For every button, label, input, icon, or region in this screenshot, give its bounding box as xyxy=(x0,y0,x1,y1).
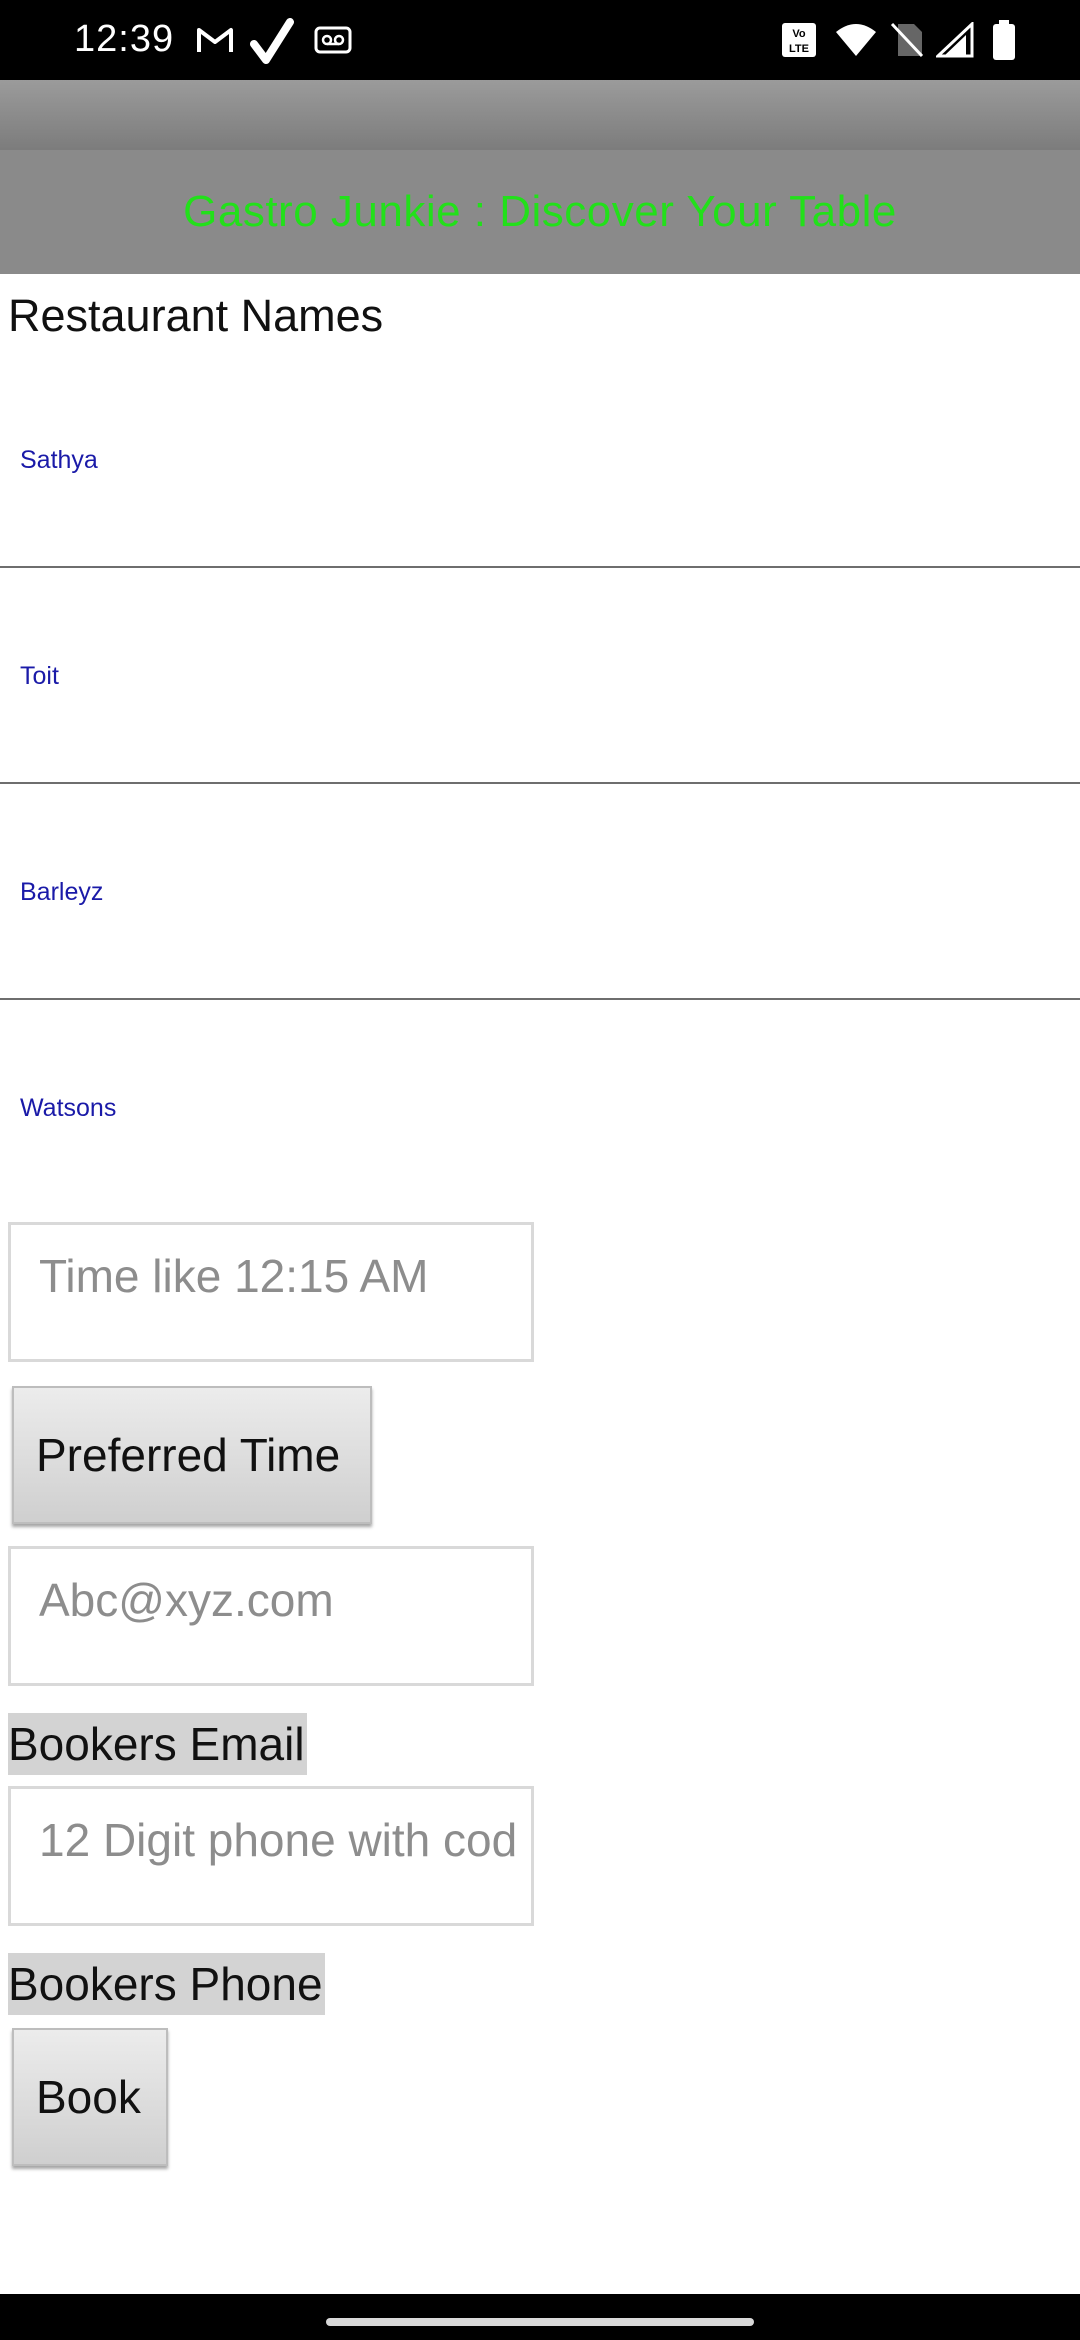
gmail-icon xyxy=(197,28,233,52)
time-input-placeholder: Time like 12:15 AM xyxy=(39,1250,429,1302)
bookers-email-label: Bookers Email xyxy=(8,1713,307,1775)
restaurant-name: Watsons xyxy=(20,1094,117,1122)
phone-input[interactable]: 12 Digit phone with cod xyxy=(8,1786,534,1926)
voicemail-icon xyxy=(314,26,352,54)
restaurant-names-heading: Restaurant Names xyxy=(8,290,384,341)
email-input-placeholder: Abc@xyz.com xyxy=(39,1574,334,1626)
restaurant-name: Toit xyxy=(20,662,59,690)
list-item[interactable]: Watsons xyxy=(0,1000,1080,1216)
title-bar: Gastro Junkie : Discover Your Table xyxy=(0,150,1080,274)
check-icon xyxy=(250,18,294,64)
book-button[interactable]: Book xyxy=(12,2028,168,2166)
no-sim-icon xyxy=(890,22,924,58)
bookers-phone-label: Bookers Phone xyxy=(8,1953,325,2015)
app-screen: 12:39 Vo LTE Gastro Junkie: Discover Yo… xyxy=(0,0,1080,2340)
signal-icon xyxy=(936,22,974,58)
svg-text:LTE: LTE xyxy=(789,43,809,55)
battery-icon xyxy=(993,20,1015,60)
wifi-icon xyxy=(836,24,876,56)
list-item[interactable]: Barleyz xyxy=(0,784,1080,1000)
volte-icon: Vo LTE xyxy=(782,23,816,57)
phone-input-placeholder: 12 Digit phone with cod xyxy=(39,1814,517,1866)
status-time: 12:39 xyxy=(74,18,175,60)
time-input[interactable]: Time like 12:15 AM xyxy=(8,1222,534,1362)
list-item[interactable]: Sathya xyxy=(0,352,1080,568)
list-item[interactable]: Toit xyxy=(0,568,1080,784)
home-gesture-handle[interactable] xyxy=(326,2318,754,2326)
restaurant-list: Sathya Toit Barleyz Watsons xyxy=(0,352,1080,1216)
status-bar: 12:39 Vo LTE xyxy=(0,0,1080,80)
navigation-bar xyxy=(0,2294,1080,2340)
action-bar xyxy=(0,80,1080,150)
preferred-time-button[interactable]: Preferred Time xyxy=(12,1386,372,1524)
restaurant-name: Sathya xyxy=(20,446,98,474)
email-input[interactable]: Abc@xyz.com xyxy=(8,1546,534,1686)
app-title: Gastro Junkie : Discover Your Table xyxy=(183,187,897,236)
restaurant-name: Barleyz xyxy=(20,878,104,906)
svg-text:Vo: Vo xyxy=(792,28,806,40)
